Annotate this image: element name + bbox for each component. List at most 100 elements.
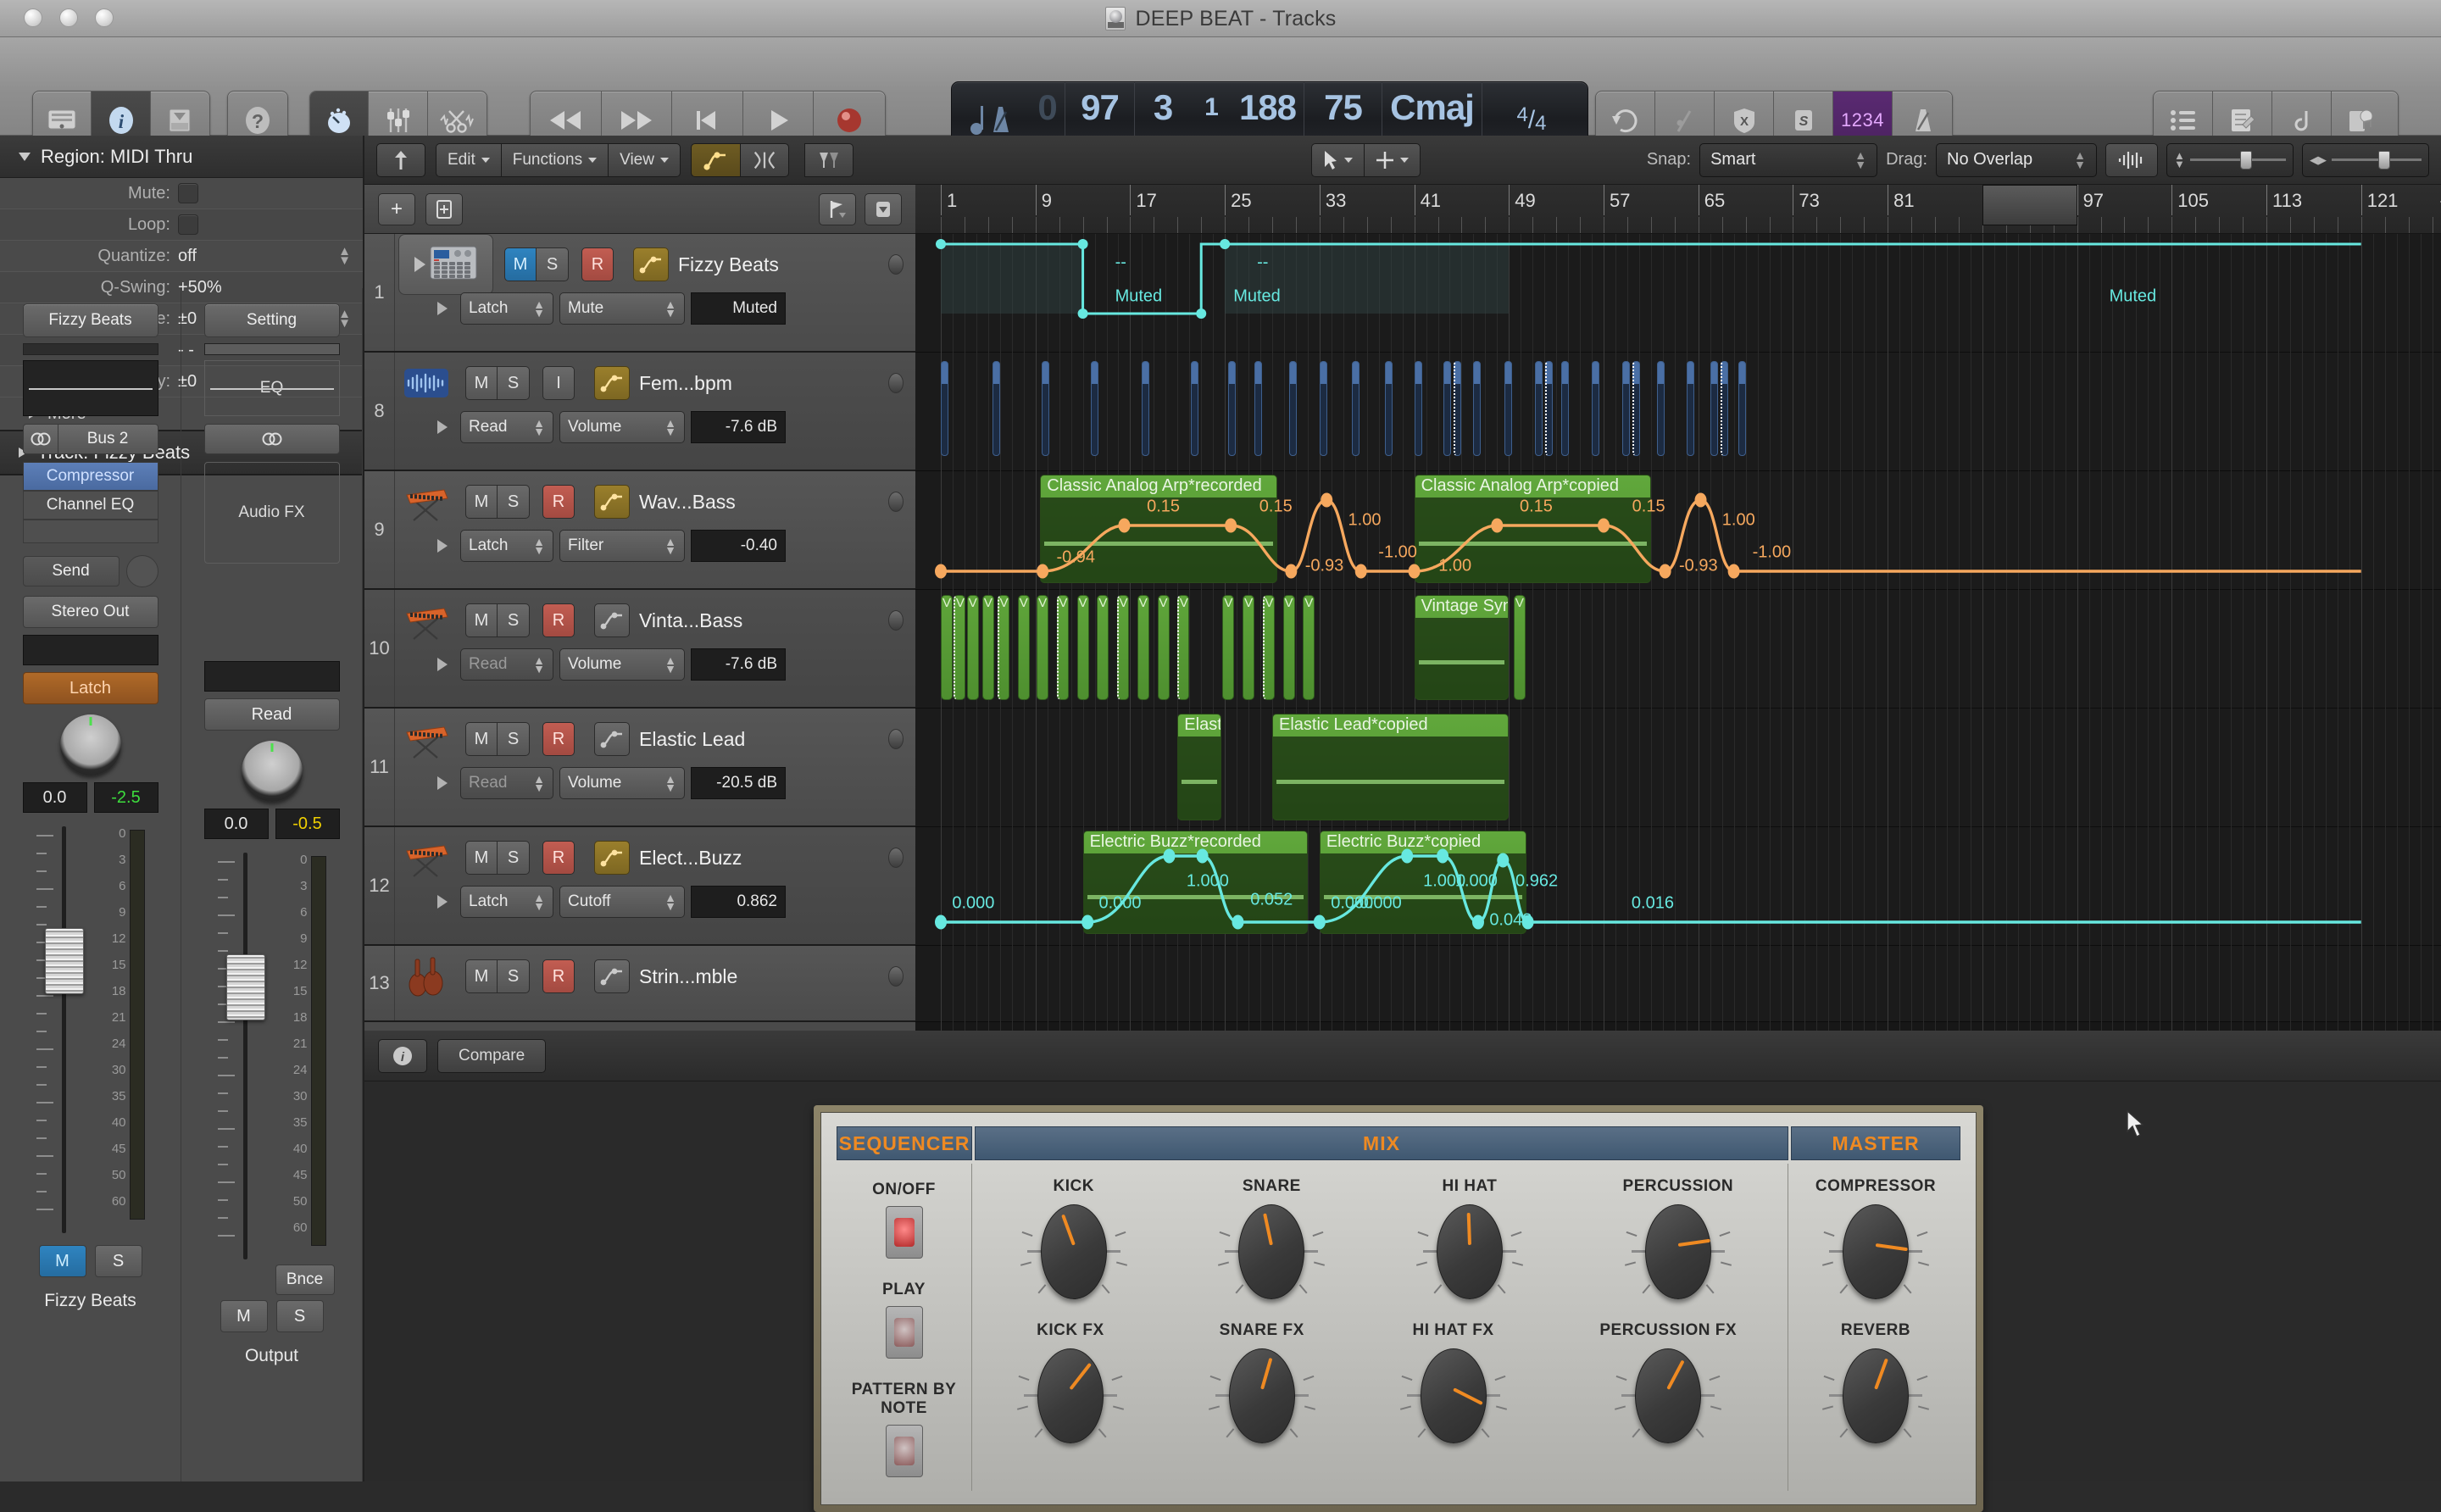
track-automation-mode-popup[interactable]: Latch▲▼ — [460, 886, 553, 918]
region-note-block[interactable]: V — [1137, 595, 1149, 700]
track-freeze-indicator[interactable] — [888, 729, 904, 749]
compressor-knob[interactable] — [1831, 1196, 1921, 1306]
track-automation-icon[interactable] — [594, 366, 630, 400]
track-automation-icon[interactable] — [594, 603, 630, 637]
audio-note-block[interactable] — [1385, 361, 1393, 456]
audio-note-block[interactable] — [1657, 361, 1665, 456]
automation-mode-button[interactable]: Read — [204, 698, 340, 731]
audio-note-block[interactable] — [941, 361, 948, 456]
hi-hat-knob[interactable] — [1425, 1196, 1515, 1306]
volume-fader[interactable] — [218, 853, 262, 1259]
track-record-button[interactable]: I — [542, 366, 575, 400]
eq-thumbnail-strip[interactable] — [23, 343, 158, 355]
hierarchy-up-icon[interactable] — [376, 143, 425, 177]
track-header-row[interactable]: 13MSRStrin...mble — [364, 946, 915, 1022]
sequencer-led-button[interactable] — [886, 1306, 923, 1359]
track-header-row[interactable]: 9MSRWav...BassLatch▲▼Filter▲▼-0.40 — [364, 471, 915, 590]
menu-edit[interactable]: Edit — [436, 143, 501, 177]
audio-note-block[interactable] — [1042, 361, 1049, 456]
track-header-row[interactable]: 8MSIFem...bpmRead▲▼Volume▲▼-7.6 dB — [364, 353, 915, 471]
region-note-block[interactable]: V — [1514, 595, 1526, 700]
track-instrument-box[interactable] — [398, 234, 493, 295]
track-disclosure-icon[interactable] — [437, 658, 448, 671]
track-mute-button[interactable]: M — [465, 603, 498, 637]
kick-knob[interactable] — [1029, 1196, 1119, 1306]
drag-popup[interactable]: No Overlap▲▼ — [1936, 143, 2097, 177]
channel-setting-button[interactable]: Setting — [204, 303, 340, 337]
track-name[interactable]: Wav...Bass — [639, 491, 736, 514]
track-solo-button[interactable]: S — [498, 722, 530, 756]
inspector-checkbox[interactable] — [178, 214, 198, 235]
region-note-block[interactable]: V — [1117, 595, 1129, 700]
audio-note-block[interactable] — [1545, 361, 1553, 456]
pan-value[interactable]: 0.0 — [23, 782, 87, 813]
vertical-zoom-slider[interactable]: ▲ ▼ — [2166, 143, 2294, 177]
region-note-block[interactable]: V — [1243, 595, 1254, 700]
track-header-row[interactable]: 12MSRElect...BuzzLatch▲▼Cutoff▲▼0.862 — [364, 827, 915, 946]
region-note-block[interactable]: V — [1018, 595, 1030, 700]
track-solo-button[interactable]: S — [498, 366, 530, 400]
percussion-fx-knob[interactable] — [1623, 1340, 1713, 1450]
bounce-button[interactable]: Bnce — [275, 1265, 335, 1295]
track-solo-button[interactable]: S — [537, 247, 569, 281]
track-automation-parameter-popup[interactable]: Mute▲▼ — [559, 292, 685, 325]
track-solo-button[interactable]: S — [498, 959, 530, 993]
track-header-row[interactable]: 10MSRVinta...BassRead▲▼Volume▲▼-7.6 dB — [364, 590, 915, 709]
waveform-zoom-icon[interactable] — [2105, 143, 2158, 177]
audio-note-block[interactable] — [1632, 361, 1640, 456]
insert-slot-empty[interactable] — [23, 520, 158, 543]
region-note-block[interactable]: V — [1037, 595, 1048, 700]
region-inspector-header[interactable]: Region: MIDI Thru — [0, 136, 363, 178]
region-note-block[interactable]: V — [954, 595, 965, 700]
arrange-canvas[interactable]: --Muted--MutedMutedClassic Analog Arp*re… — [915, 234, 2441, 1031]
automation-mode-button[interactable]: Latch — [23, 672, 158, 704]
track-automation-parameter-popup[interactable]: Filter▲▼ — [559, 530, 685, 562]
stereo-mode-icon[interactable] — [204, 424, 340, 454]
audio-note-block[interactable] — [1142, 361, 1149, 456]
audio-note-block[interactable] — [1504, 361, 1512, 456]
region-note-block[interactable]: V — [1283, 595, 1295, 700]
region-note-block[interactable]: V — [1057, 595, 1069, 700]
timeline-ruler[interactable]: 191725334149576573818997105113121129 — [915, 185, 2441, 234]
lcd-key-value[interactable]: Cmaj — [1390, 89, 1474, 126]
ruler-selection[interactable] — [1982, 185, 2077, 225]
region-note-block[interactable]: V — [1158, 595, 1170, 700]
fader-handle[interactable] — [45, 928, 84, 994]
track-record-button[interactable]: R — [542, 603, 575, 637]
track-disclosure-icon[interactable] — [437, 302, 448, 315]
track-automation-value[interactable]: 0.862 — [691, 886, 786, 918]
audio-note-block[interactable] — [1622, 361, 1630, 456]
track-automation-parameter-popup[interactable]: Volume▲▼ — [559, 767, 685, 799]
track-name[interactable]: Strin...mble — [639, 965, 737, 988]
solo-button[interactable]: S — [276, 1300, 324, 1332]
region-note-block[interactable]: V — [941, 595, 953, 700]
drum-machine-icon[interactable] — [429, 245, 478, 285]
track-lane[interactable] — [915, 946, 2441, 1022]
automation-icon[interactable] — [691, 143, 740, 177]
track-record-button[interactable]: R — [542, 722, 575, 756]
track-automation-mode-popup[interactable]: Read▲▼ — [460, 648, 553, 681]
audio-note-block[interactable] — [1710, 361, 1718, 456]
track-record-button[interactable]: R — [542, 959, 575, 993]
track-solo-button[interactable]: S — [498, 841, 530, 875]
track-automation-icon[interactable] — [594, 959, 630, 993]
track-automation-mode-popup[interactable]: Read▲▼ — [460, 767, 553, 799]
lcd-div-value[interactable]: 1 — [1204, 89, 1218, 126]
region-note-block[interactable]: V — [1303, 595, 1315, 700]
track-record-button[interactable]: R — [542, 485, 575, 519]
audio-note-block[interactable] — [1535, 361, 1543, 456]
inspector-row-value[interactable]: off — [178, 247, 197, 266]
region-note-block[interactable]: V — [998, 595, 1009, 700]
audio-note-block[interactable] — [1473, 361, 1481, 456]
inspector-row-quantize[interactable]: Quantize:off▲▼ — [0, 241, 363, 272]
track-mute-button[interactable]: M — [504, 247, 537, 281]
track-freeze-indicator[interactable] — [888, 492, 904, 512]
crosshair-tool-icon[interactable] — [1364, 143, 1421, 177]
audio-note-block[interactable] — [1320, 361, 1327, 456]
group-slot[interactable] — [23, 635, 158, 665]
track-name[interactable]: Elect...Buzz — [639, 847, 742, 870]
audio-note-block[interactable] — [1228, 361, 1236, 456]
audio-note-block[interactable] — [1721, 361, 1728, 456]
synth-keyboard-icon[interactable] — [398, 480, 454, 524]
audio-note-block[interactable] — [1738, 361, 1746, 456]
